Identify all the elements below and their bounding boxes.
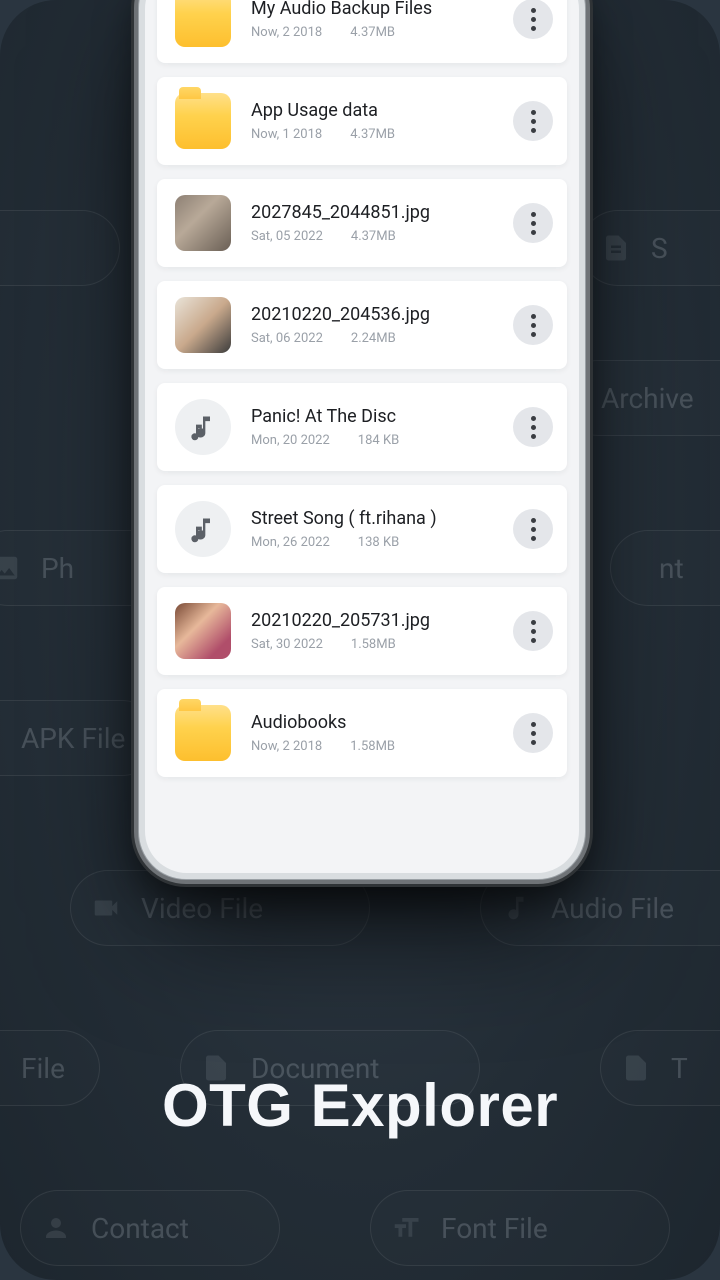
folder-icon (175, 93, 231, 149)
chip-label: Contact (91, 1212, 189, 1245)
file-size: 184 KB (358, 433, 399, 448)
file-meta: Street Song ( ft.rihana ) Mon, 26 2022 138… (231, 508, 513, 550)
chip-label: APK File (21, 722, 125, 755)
file-row[interactable]: 20210220_205731.jpg Sat, 30 2022 1.58MB (157, 587, 567, 675)
chip-s: S (580, 210, 720, 286)
file-subline: Mon, 26 2022 138 KB (251, 535, 513, 550)
music-icon (175, 399, 231, 455)
chip-nt: nt (610, 530, 720, 606)
music-icon (175, 501, 231, 557)
folder-icon (175, 0, 231, 47)
chip-certificate: tificate (0, 210, 120, 286)
app-promo-canvas: tificate S Archive Ph nt APK File Video … (0, 0, 720, 1280)
more-options-button[interactable] (513, 0, 553, 39)
video-icon (89, 891, 123, 925)
photo-thumbnail (175, 603, 231, 659)
file-subline: Sat, 05 2022 4.37MB (251, 229, 513, 244)
file-size: 2.24MB (351, 331, 396, 346)
chip-apk: APK File (0, 700, 160, 776)
more-options-button[interactable] (513, 713, 553, 753)
file-subline: Now, 2 2018 4.37MB (251, 25, 513, 40)
file-size: 138 KB (358, 535, 399, 550)
photo-thumbnail (175, 195, 231, 251)
file-subline: Sat, 30 2022 1.58MB (251, 637, 513, 652)
file-subline: Now, 1 2018 4.37MB (251, 127, 513, 142)
chip-video: Video File (70, 870, 370, 946)
file-subline: Sat, 06 2022 2.24MB (251, 331, 513, 346)
file-meta: Panic! At The Disc Mon, 20 2022 184 KB (231, 406, 513, 448)
file-date: Sat, 30 2022 (251, 637, 323, 652)
file-name: 20210220_205731.jpg (251, 610, 513, 633)
image-icon (0, 551, 23, 585)
file-name: App Usage data (251, 100, 513, 123)
file-subline: Mon, 20 2022 184 KB (251, 433, 513, 448)
chip-font: Font File (370, 1190, 670, 1266)
file-name: 2027845_2044851.jpg (251, 202, 513, 225)
file-date: Mon, 26 2022 (251, 535, 330, 550)
chip-label: Font File (441, 1212, 548, 1245)
chip-label: Audio File (551, 892, 674, 925)
photo-thumbnail (175, 297, 231, 353)
more-options-button[interactable] (513, 611, 553, 651)
file-name: Audiobooks (251, 712, 513, 735)
chip-label: Video File (141, 892, 263, 925)
phone-screen: My Audio Backup FilesNow, 2 20184.37MBAp… (145, 0, 579, 873)
file-meta: App Usage data Now, 1 2018 4.37MB (231, 100, 513, 142)
more-options-button[interactable] (513, 101, 553, 141)
file-name: Panic! At The Disc (251, 406, 513, 429)
audio-icon (499, 891, 533, 925)
chip-label: Ph (41, 552, 74, 585)
file-date: Now, 2 2018 (251, 25, 322, 40)
document-icon (599, 231, 633, 265)
file-name: Street Song ( ft.rihana ) (251, 508, 513, 531)
chip-label: Archive (601, 382, 694, 415)
more-options-button[interactable] (513, 203, 553, 243)
more-options-button[interactable] (513, 509, 553, 549)
file-meta: Audiobooks Now, 2 2018 1.58MB (231, 712, 513, 754)
chip-contact: Contact (20, 1190, 280, 1266)
file-row[interactable]: Panic! At The Disc Mon, 20 2022 184 KB (157, 383, 567, 471)
file-row[interactable]: App Usage data Now, 1 2018 4.37MB (157, 77, 567, 165)
file-name: 20210220_204536.jpg (251, 304, 513, 327)
folder-icon (175, 705, 231, 761)
file-date: Now, 1 2018 (251, 127, 322, 142)
file-meta: 2027845_2044851.jpg Sat, 05 2022 4.37MB (231, 202, 513, 244)
file-date: Sat, 06 2022 (251, 331, 323, 346)
file-meta: 20210220_205731.jpg Sat, 30 2022 1.58MB (231, 610, 513, 652)
chip-label: S (651, 232, 668, 265)
file-row[interactable]: Street Song ( ft.rihana ) Mon, 26 2022 138… (157, 485, 567, 573)
promo-title: OTG Explorer (0, 1071, 720, 1140)
chip-label: nt (659, 552, 684, 585)
contact-icon (39, 1211, 73, 1245)
file-date: Now, 2 2018 (251, 739, 322, 754)
more-options-button[interactable] (513, 407, 553, 447)
phone-mockup: My Audio Backup FilesNow, 2 20184.37MBAp… (138, 0, 586, 880)
file-name: My Audio Backup Files (251, 0, 513, 21)
file-size: 4.37MB (350, 25, 395, 40)
file-subline: Now, 2 2018 1.58MB (251, 739, 513, 754)
file-meta: My Audio Backup Files Now, 2 2018 4.37MB (231, 0, 513, 40)
file-size: 1.58MB (351, 637, 396, 652)
file-list[interactable]: My Audio Backup FilesNow, 2 20184.37MBAp… (145, 0, 579, 807)
file-row[interactable]: 20210220_204536.jpg Sat, 06 2022 2.24MB (157, 281, 567, 369)
file-row[interactable]: Audiobooks Now, 2 2018 1.58MB (157, 689, 567, 777)
file-meta: 20210220_204536.jpg Sat, 06 2022 2.24MB (231, 304, 513, 346)
file-date: Mon, 20 2022 (251, 433, 330, 448)
more-options-button[interactable] (513, 305, 553, 345)
file-size: 4.37MB (351, 229, 396, 244)
file-size: 1.58MB (350, 739, 395, 754)
font-icon (389, 1211, 423, 1245)
file-row[interactable]: 2027845_2044851.jpg Sat, 05 2022 4.37MB (157, 179, 567, 267)
file-date: Sat, 05 2022 (251, 229, 323, 244)
file-size: 4.37MB (350, 127, 395, 142)
file-row[interactable]: My Audio Backup Files Now, 2 2018 4.37MB (157, 0, 567, 63)
chip-audio: Audio File (480, 870, 720, 946)
